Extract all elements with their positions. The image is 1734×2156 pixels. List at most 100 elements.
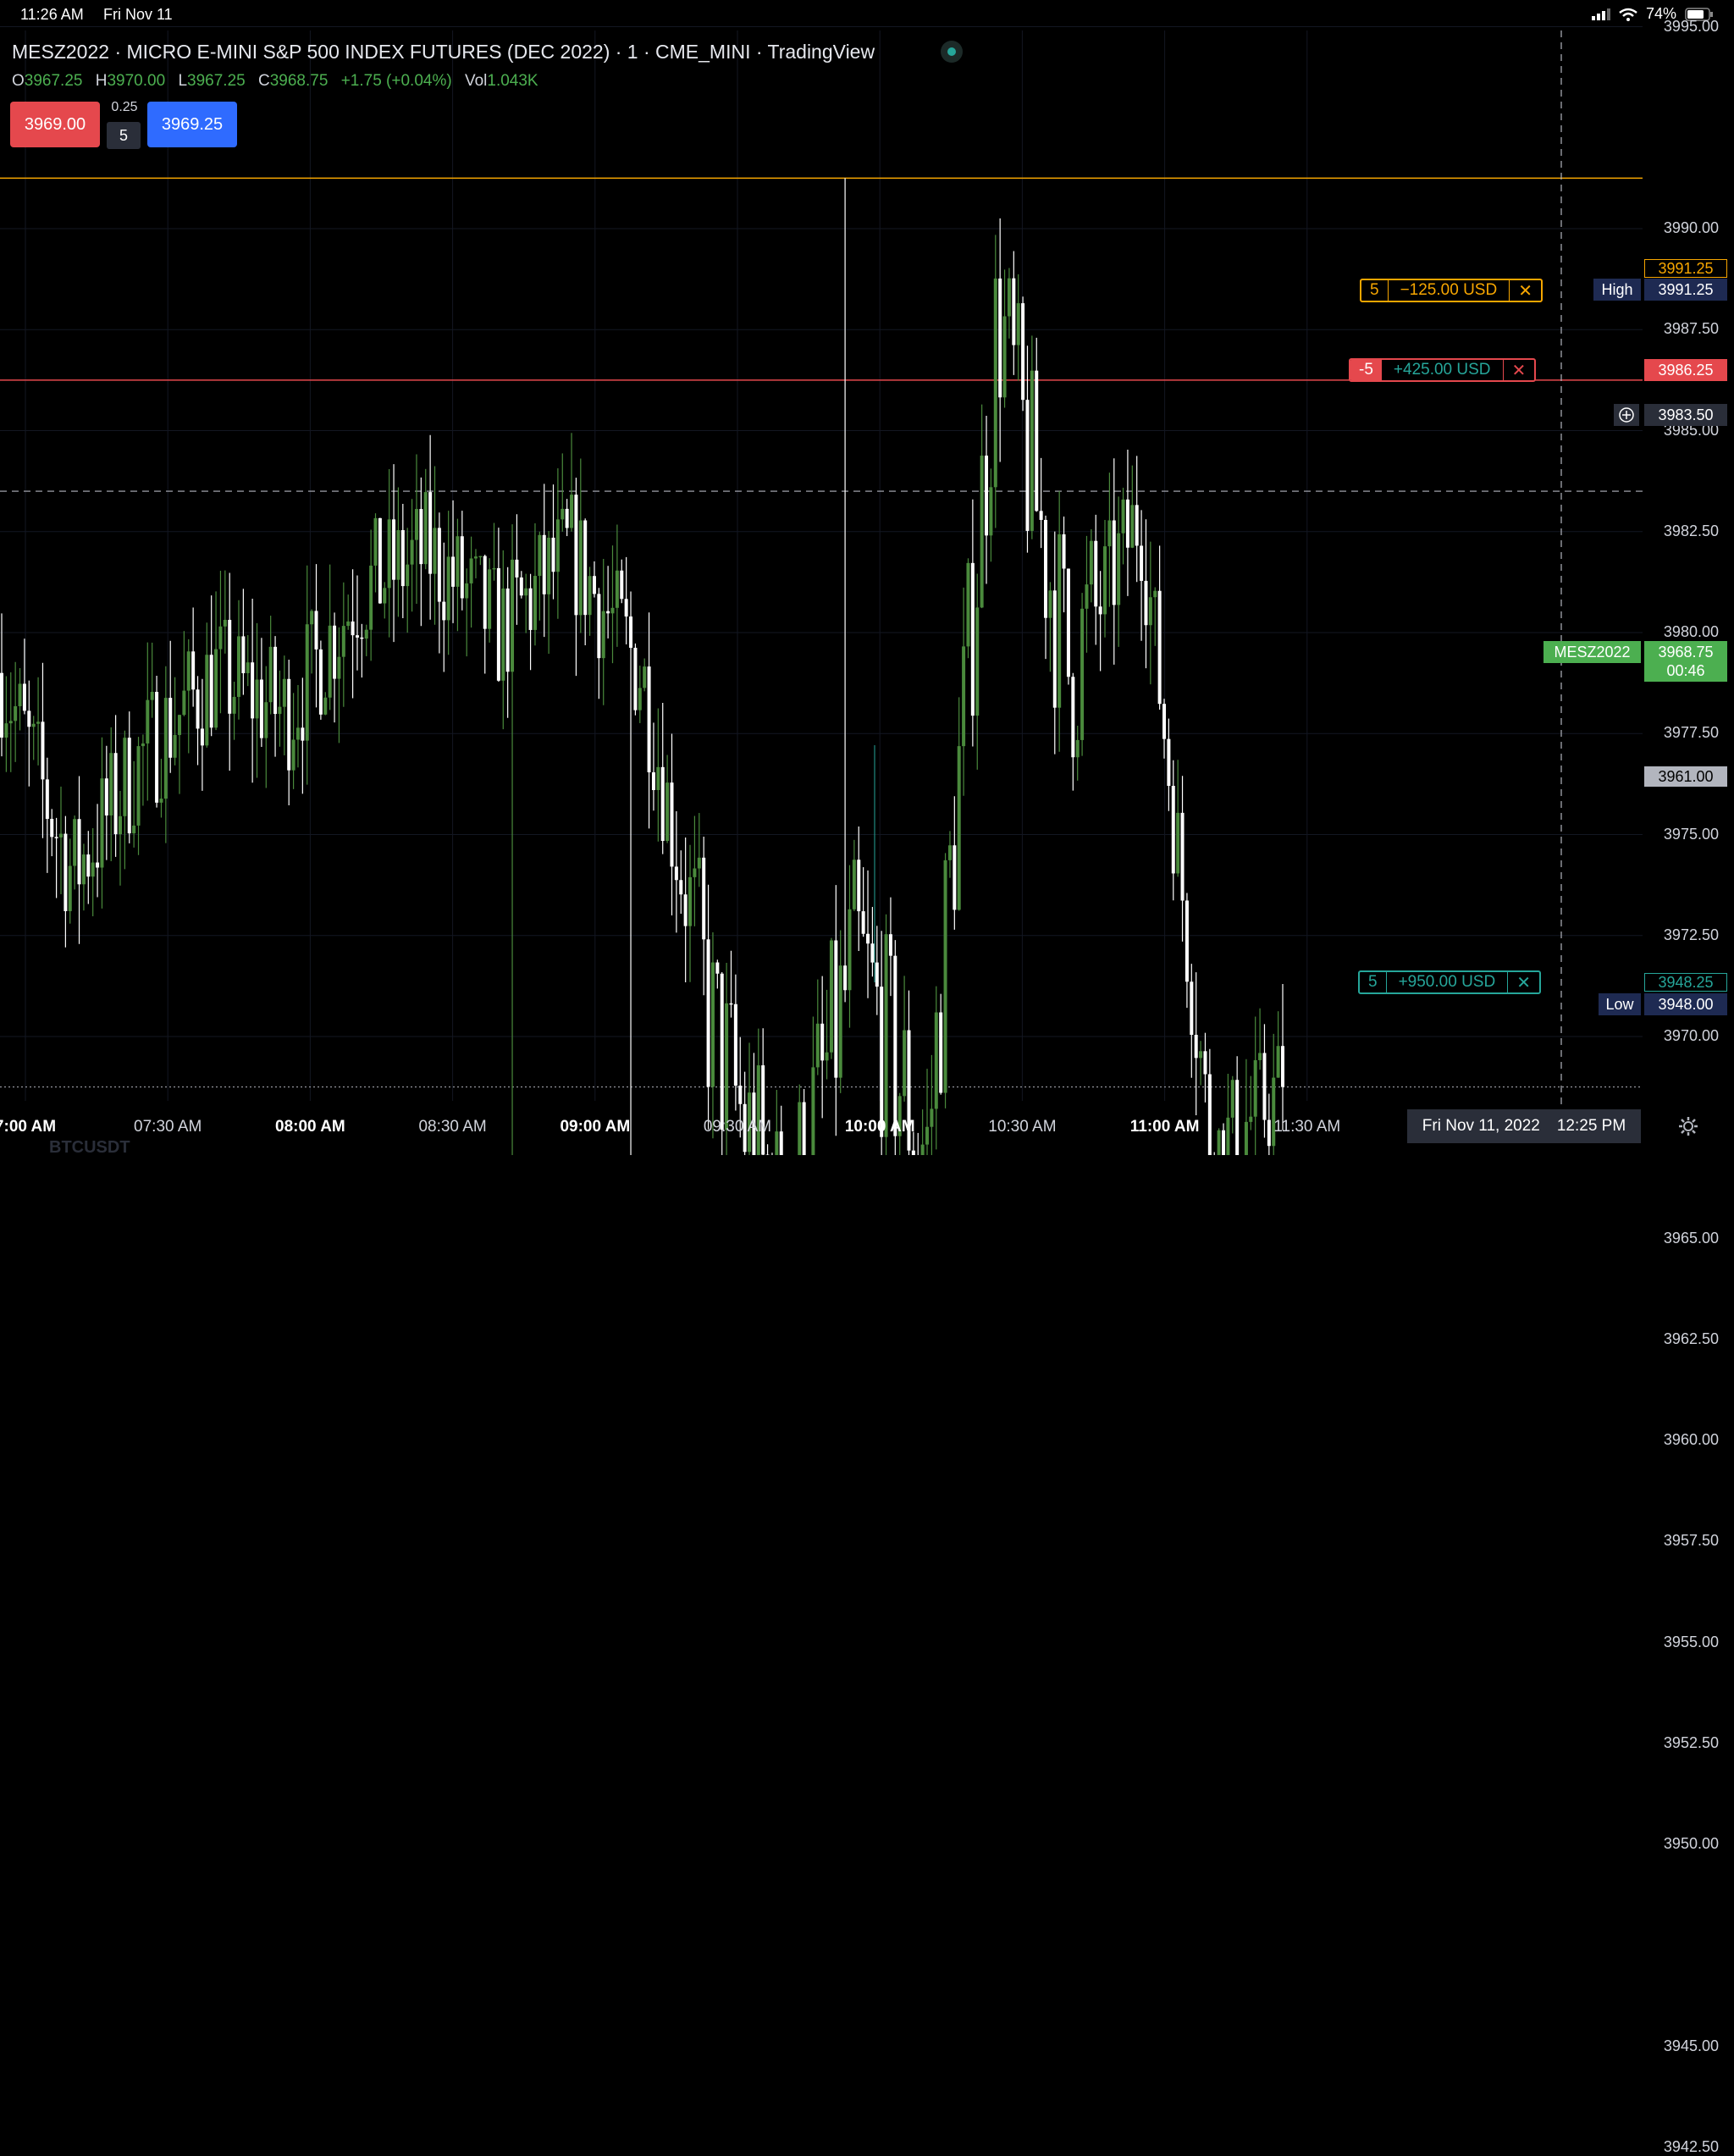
price-tick-label: 3955.00 xyxy=(1658,1634,1719,1651)
candle-body xyxy=(319,650,323,715)
candle-body xyxy=(493,568,496,570)
position-long-label-2[interactable]: 5 +950.00 USD ✕ xyxy=(1358,970,1541,994)
candle-body xyxy=(501,589,505,681)
position-pl: −125.00 USD xyxy=(1389,280,1510,301)
candle-body xyxy=(798,1103,801,1155)
candle-body xyxy=(583,521,587,616)
high-tag-label: High xyxy=(1593,279,1641,301)
candle-body xyxy=(224,620,227,627)
candle-body xyxy=(292,740,295,771)
candle-body xyxy=(447,556,450,620)
candle-body xyxy=(260,679,263,738)
candle-body xyxy=(862,911,865,934)
price-tick-label: 3950.00 xyxy=(1658,1835,1719,1853)
candle-body xyxy=(91,863,95,877)
candle-body xyxy=(688,877,692,926)
candle-body xyxy=(761,1065,765,1155)
close-position-icon[interactable]: ✕ xyxy=(1508,972,1539,992)
candle-body xyxy=(1167,739,1170,786)
candle-body xyxy=(1113,521,1116,605)
candle-body xyxy=(971,563,975,716)
candle-body xyxy=(629,616,632,648)
candle-body xyxy=(948,845,952,860)
price-tick-label: 3952.50 xyxy=(1658,1734,1719,1752)
candle-body xyxy=(1085,584,1088,609)
candle-body xyxy=(834,940,837,1077)
candle-body xyxy=(1099,606,1102,614)
time-tick-label: 11:30 AM xyxy=(1273,1118,1340,1136)
candle-body xyxy=(27,710,30,727)
symbol-title[interactable]: MESZ2022 · MICRO E-MINI S&P 500 INDEX FU… xyxy=(12,41,875,64)
position-pl: +950.00 USD xyxy=(1387,972,1509,992)
candle-body xyxy=(109,753,113,815)
candle-body xyxy=(989,487,992,535)
candle-body xyxy=(301,727,304,740)
price-tick-label: 3990.00 xyxy=(1658,219,1719,237)
candle-body xyxy=(1162,704,1166,738)
candle-body xyxy=(14,706,17,721)
quantity-field[interactable]: 5 xyxy=(107,122,141,149)
price-tick-label: 3975.00 xyxy=(1658,826,1719,843)
candle-body xyxy=(442,602,445,621)
crosshair-time: 12:25 PM xyxy=(1557,1117,1626,1136)
add-alert-icon[interactable] xyxy=(1614,404,1639,426)
candle-body xyxy=(1218,1131,1221,1155)
crosshair-date: Fri Nov 11, 2022 xyxy=(1422,1117,1540,1136)
candle-body xyxy=(684,894,688,926)
price-tick-label: 3945.00 xyxy=(1658,2037,1719,2055)
candle-body xyxy=(1080,609,1084,740)
candle-body xyxy=(32,724,36,727)
candle-body xyxy=(912,1151,915,1155)
candle-body xyxy=(625,599,628,616)
close-position-icon[interactable]: ✕ xyxy=(1510,280,1541,301)
candle-body xyxy=(360,638,363,639)
candle-body xyxy=(857,860,860,911)
low-tag-value: 3948.00 xyxy=(1644,993,1727,1015)
candle-body xyxy=(1254,1060,1257,1117)
candle-body xyxy=(178,715,181,735)
candle-body xyxy=(885,934,888,1136)
candle-body xyxy=(962,646,965,746)
candle-body xyxy=(1103,546,1107,614)
position-qty: 5 xyxy=(1360,972,1387,992)
candle-body xyxy=(1185,900,1189,981)
position-short-label[interactable]: -5 +425.00 USD ✕ xyxy=(1349,358,1536,382)
candle-body xyxy=(1122,500,1125,533)
buy-button[interactable]: 3969.25 xyxy=(147,102,237,147)
candle-body xyxy=(419,509,422,564)
candle-body xyxy=(889,934,892,955)
candle-body xyxy=(296,727,300,739)
volume-value: 1.043K xyxy=(487,72,538,90)
position-pl: +425.00 USD xyxy=(1382,360,1504,380)
price-tick-label: 3962.50 xyxy=(1658,1330,1719,1348)
close-position-icon[interactable]: ✕ xyxy=(1504,360,1535,380)
candle-body xyxy=(665,782,669,841)
low-label: L xyxy=(178,72,187,90)
candle-body xyxy=(241,636,245,673)
candle-body xyxy=(1094,541,1097,607)
candle-body xyxy=(921,1145,925,1155)
candle-body xyxy=(633,648,637,710)
candle-body xyxy=(985,456,988,535)
candle-body xyxy=(474,556,478,558)
candle-body xyxy=(935,1013,938,1109)
candle-body xyxy=(574,495,577,615)
candle-body xyxy=(1172,786,1175,873)
candle-body xyxy=(424,492,428,564)
candle-body xyxy=(820,1024,824,1061)
candle-body xyxy=(356,635,359,638)
candle-body xyxy=(9,721,13,723)
price-tick-label: 3987.50 xyxy=(1658,320,1719,338)
candle-body xyxy=(205,655,208,745)
candle-body xyxy=(201,728,204,745)
candle-body xyxy=(1190,981,1193,1035)
close-value: 3968.75 xyxy=(270,72,329,90)
crosshair-price-tag: 3983.50 xyxy=(1644,404,1727,426)
gear-icon[interactable] xyxy=(1676,1114,1700,1138)
candle-body xyxy=(337,657,340,679)
candle-body xyxy=(146,700,149,744)
position-long-label[interactable]: 5 −125.00 USD ✕ xyxy=(1360,279,1543,302)
price-tick-label: 3965.00 xyxy=(1658,1230,1719,1247)
candle-body xyxy=(264,702,268,738)
sell-button[interactable]: 3969.00 xyxy=(10,102,100,147)
